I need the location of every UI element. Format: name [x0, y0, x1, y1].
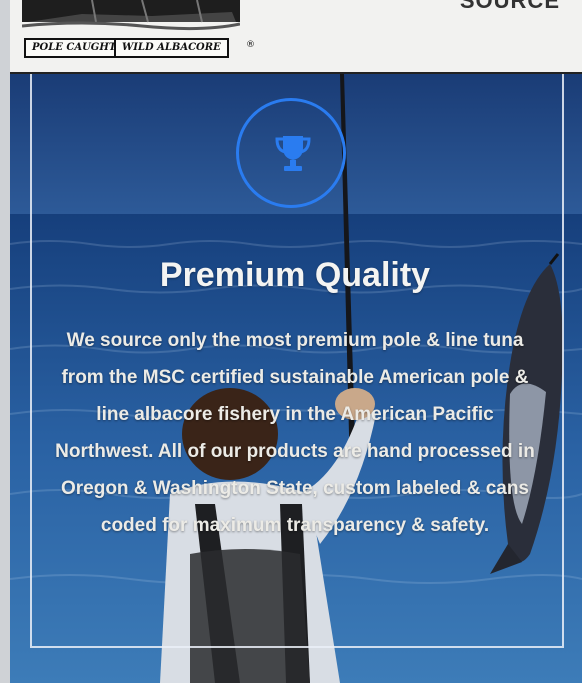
hero-section: Premium Quality We source only the most …: [10, 74, 582, 683]
fishing-boat-logo-icon: [22, 0, 240, 31]
registered-mark: ®: [246, 40, 255, 50]
logo-artwork[interactable]: [22, 0, 240, 36]
section-title: Premium Quality: [159, 256, 431, 294]
trophy-icon: [275, 136, 311, 171]
site-header: POLE CAUGHT WILD ALBACORE ® SOURCE: [10, 0, 582, 74]
screen: POLE CAUGHT WILD ALBACORE ® SOURCE Premi…: [0, 0, 582, 683]
logo-tag-wild-albacore: WILD ALBACORE: [114, 38, 229, 58]
logo-tag-pole-caught: POLE CAUGHT: [24, 38, 125, 58]
section-description: We source only the most premium pole & l…: [55, 330, 535, 536]
header-heading-partial: SOURCE: [459, 0, 560, 13]
